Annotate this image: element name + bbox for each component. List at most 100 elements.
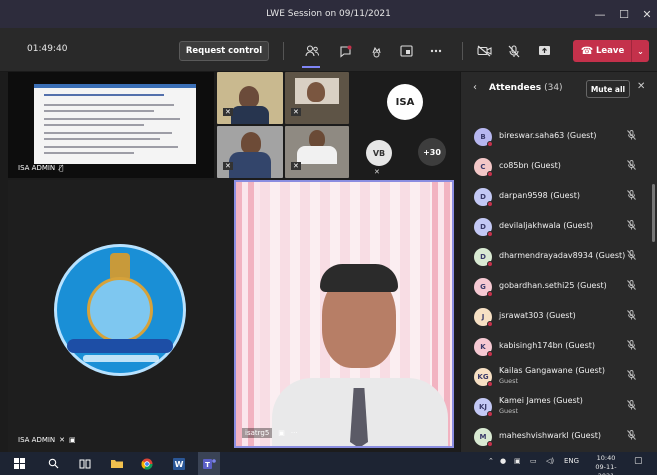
leave-dropdown-chevron-icon[interactable]: ⌄ [631,40,649,62]
more-options-icon[interactable] [426,41,446,61]
word-icon[interactable]: W [170,456,188,471]
presence-status-dot [487,171,493,177]
search-icon[interactable] [44,456,62,471]
mic-off-icon[interactable] [627,250,636,263]
attendee-row[interactable]: Ddarpan9598 (Guest) [461,182,657,212]
chrome-icon[interactable] [138,456,156,471]
mic-off-icon[interactable] [504,41,524,61]
presence-status-dot [487,381,493,387]
attendee-name: kabisingh174bn (Guest) [499,341,596,350]
emblem-motto [83,355,159,362]
mic-off-icon[interactable] [627,280,636,293]
mic-off-icon[interactable] [627,400,636,413]
mic-off-icon[interactable] [627,310,636,323]
close-window-button[interactable]: ✕ [633,0,657,28]
svg-text:T: T [205,461,210,469]
people-icon[interactable] [302,41,322,61]
meeting-toolbar: 01:49:40 Request control ☎ Leave ⌄ [0,28,657,72]
attendee-avatar: D [474,218,493,237]
video-thumbnail[interactable]: ✕ [217,126,283,178]
notifications-icon[interactable]: ▢ [634,456,643,466]
attendee-initials: D [480,223,486,231]
video-thumbnail[interactable]: ✕ [217,72,283,124]
presence-status-dot [487,201,493,207]
avatar-isa[interactable]: ISA [387,84,423,120]
attendee-row[interactable]: Kkabisingh174bn (Guest) [461,332,657,362]
file-explorer-icon[interactable] [108,456,126,471]
meeting-timer: 01:49:40 [27,44,68,54]
active-speaker-tile[interactable]: isatrg5 ▣ ··· [234,180,454,448]
share-screen-icon[interactable] [534,41,554,61]
attendee-row[interactable]: Cco85bn (Guest) [461,152,657,182]
attendee-row[interactable]: Ddevilaljakhwala (Guest) [461,212,657,242]
attendee-initials: D [480,193,486,201]
video-thumbnail[interactable]: ✕ [285,72,349,124]
taskbar-clock[interactable]: 10:40 09-11-2021 [588,454,624,475]
mic-off-icon[interactable] [627,340,636,353]
attendee-initials: D [480,253,486,261]
teams-window: LWE Session on 09/11/2021 — ☐ ✕ 01:49:40… [0,0,657,475]
meeting-stage: ISA ADMIN 🎙̸ ✕ ✕ ✕ ✕ ISA VB ✕ +30 ISA AD… [0,72,460,452]
curtain-left [236,182,260,446]
academy-emblem-logo [54,244,186,376]
attendee-initials: J [481,313,485,321]
participant-figure [297,146,337,164]
emblem-inner-ring [87,277,153,343]
attendee-avatar: KG [474,368,493,387]
mic-off-icon[interactable] [627,370,636,383]
chat-icon[interactable] [335,41,355,61]
speaker-hair [320,264,398,292]
windows-start-icon[interactable] [10,456,28,471]
avatar-vb[interactable]: VB [366,140,392,166]
language-indicator[interactable]: ENG [564,457,579,465]
teams-icon[interactable]: T [200,456,218,471]
more-participants-badge[interactable]: +30 [418,138,446,166]
mic-off-icon: ✕ [59,436,66,444]
leave-button[interactable]: ☎ Leave ⌄ [573,40,649,62]
mute-all-button[interactable]: Mute all [586,80,630,98]
participant-tile-isa-admin[interactable]: ISA ADMIN ✕ ▣ [8,180,230,452]
volume-icon[interactable]: ◁) [546,457,554,465]
back-chevron-icon[interactable]: ‹ [473,82,477,93]
attendee-list: Bbireswar.saha63 (Guest) Cco85bn (Guest) D… [461,122,657,452]
task-view-icon[interactable] [76,456,94,471]
mic-off-icon[interactable] [627,220,636,233]
more-options-icon[interactable]: ··· [291,429,298,437]
camera-off-icon[interactable] [474,41,494,61]
phone-hangup-icon: ☎ [580,45,594,57]
close-panel-icon[interactable]: ✕ [637,81,645,92]
rooms-icon[interactable] [396,41,416,61]
video-thumbnail[interactable]: ✕ [285,126,349,178]
network-icon[interactable]: ▣ [514,457,521,465]
attendee-avatar: G [474,278,493,297]
attendee-row[interactable]: Jjsrawat303 (Guest) [461,302,657,332]
presence-status-dot [487,321,493,327]
attendee-row[interactable]: Ddharmendrayadav8934 (Guest) [461,242,657,272]
attendees-title-text: Attendees [489,83,542,93]
attendee-row[interactable]: KJ Kamei James (Guest) Guest [461,392,657,422]
attendee-list-scrollbar[interactable] [652,184,655,242]
participant-label: ISA ADMIN 🎙̸ [18,164,63,172]
attendee-row[interactable]: KG Kailas Gangawane (Guest) Guest [461,362,657,392]
participant-label: isatrg5 ▣ ··· [242,428,298,438]
display-icon[interactable]: ▭ [530,457,537,465]
mic-off-icon[interactable] [627,160,636,173]
mic-off-icon[interactable] [627,130,636,143]
attendee-row[interactable]: Ggobardhan.sethi25 (Guest) [461,272,657,302]
attendee-name: Kamei James (Guest) [499,396,583,405]
presence-status-dot [487,411,493,417]
mic-off-icon[interactable] [627,430,636,443]
reactions-icon[interactable] [366,41,386,61]
shared-screen-tile[interactable]: ISA ADMIN 🎙̸ [8,72,214,178]
attendee-initials: C [480,163,486,171]
attendee-row[interactable]: Bbireswar.saha63 (Guest) [461,122,657,152]
attendee-name: darpan9598 (Guest) [499,191,580,200]
presence-status-dot [487,351,493,357]
tray-chevron-icon[interactable]: ⌃ [488,457,494,465]
mic-off-icon[interactable] [627,190,636,203]
attendee-row[interactable]: Mmaheshvishwarkl (Guest) [461,422,657,452]
presence-status-dot [487,441,493,447]
window-title: LWE Session on 09/11/2021 [266,9,391,19]
request-control-button[interactable]: Request control [179,41,269,61]
attendee-avatar: B [474,128,493,147]
